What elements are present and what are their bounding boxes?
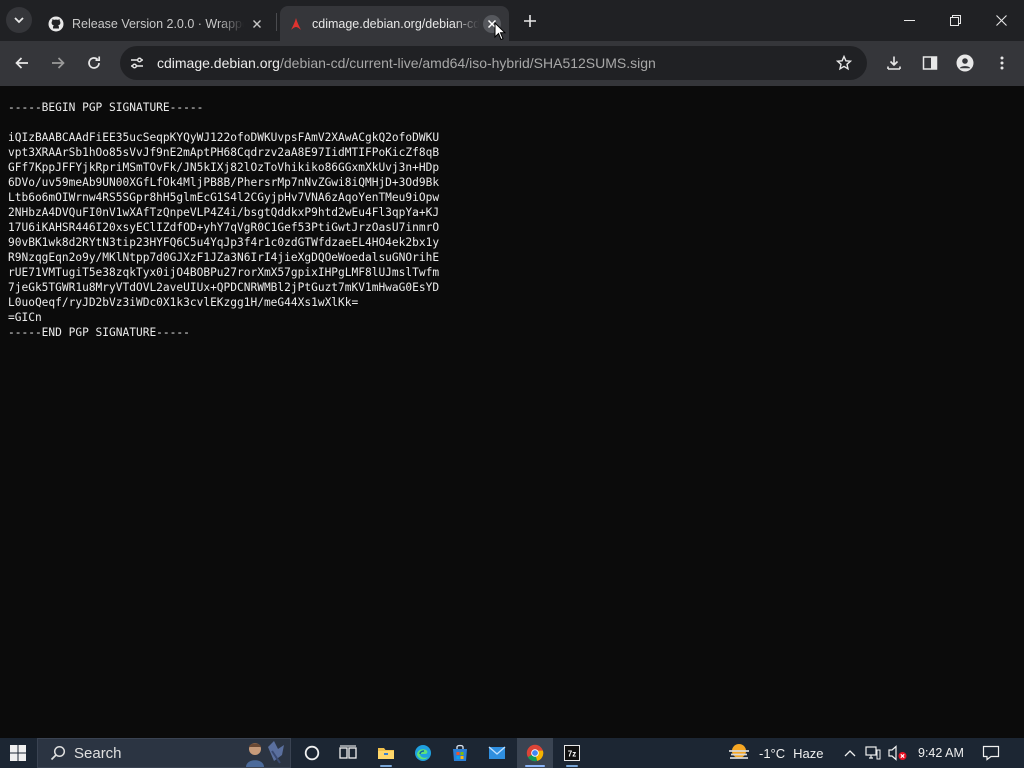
mail-button[interactable] <box>479 738 515 768</box>
volume-muted-icon <box>888 745 907 761</box>
folder-icon <box>378 748 394 759</box>
tab-title: cdimage.debian.org/debian-cd/ <box>312 16 479 31</box>
cortana-circle-icon <box>304 745 320 761</box>
windows-taskbar: Search 7z -1°C Haze 9:42 AM <box>0 738 1024 768</box>
url-path: /debian-cd/current-live/amd64/iso-hybrid… <box>279 55 656 71</box>
network-status[interactable] <box>865 738 881 768</box>
tab-strip: Release Version 2.0.0 · Wrapper cdimage.… <box>0 0 1024 41</box>
profile-avatar-icon[interactable] <box>953 51 977 75</box>
microsoft-store-button[interactable] <box>442 738 478 768</box>
signature-line: 17U6iKAHSR446I20xsyEClIZdfOD+yhY7qVgR0C1… <box>8 221 440 234</box>
minimize-button[interactable] <box>886 0 932 40</box>
seven-zip-icon: 7z <box>564 745 580 761</box>
notification-center-button[interactable] <box>982 738 1000 768</box>
tab-title: Release Version 2.0.0 · Wrapper <box>72 16 244 31</box>
forward-button[interactable] <box>44 49 72 77</box>
pgp-signature-text: -----BEGIN PGP SIGNATURE----- iQIzBAABCAA… <box>8 100 439 340</box>
notification-icon <box>982 745 1000 761</box>
address-bar[interactable]: cdimage.debian.org/debian-cd/current-liv… <box>120 46 867 80</box>
taskbar-search-box[interactable]: Search <box>37 738 291 768</box>
chevron-down-icon <box>14 17 24 24</box>
site-info-icon[interactable] <box>127 53 147 73</box>
chrome-icon <box>526 744 544 762</box>
arrow-right-icon <box>52 57 65 69</box>
url-host: cdimage.debian.org <box>157 55 280 71</box>
cortana-button[interactable] <box>294 738 330 768</box>
mail-icon <box>488 746 506 759</box>
mouse-cursor-icon <box>494 22 506 41</box>
minimize-icon <box>903 19 915 21</box>
store-icon <box>453 744 467 761</box>
search-highlight-illustration <box>238 739 288 767</box>
weather-widget[interactable]: -1°C Haze <box>727 738 824 768</box>
signature-line <box>8 115 439 130</box>
signature-line: iQIzBAABCAAdFiEE35ucSeqpKYQyWJ122ofoDWKU… <box>8 131 440 144</box>
task-view-button[interactable] <box>330 738 366 768</box>
tab-separator <box>276 13 277 31</box>
search-icon <box>50 745 66 761</box>
bookmark-star-icon[interactable] <box>832 51 856 75</box>
edge-button[interactable] <box>405 738 441 768</box>
start-button[interactable] <box>0 738 36 768</box>
show-hidden-icons-button[interactable] <box>843 738 857 768</box>
weather-temperature: -1°C <box>759 745 786 761</box>
plus-icon <box>524 15 536 27</box>
weather-condition: Haze <box>793 745 824 761</box>
browser-toolbar: cdimage.debian.org/debian-cd/current-liv… <box>0 41 1024 86</box>
signature-line: -----END PGP SIGNATURE----- <box>8 326 190 339</box>
close-window-button[interactable] <box>978 0 1024 40</box>
reload-button[interactable] <box>80 49 108 77</box>
signature-line: 6DVo/uv59meAb9UN00XGfLfOk4MljPB8B/Phersr… <box>8 176 440 189</box>
file-explorer-button[interactable] <box>368 738 404 768</box>
signature-line: vpt3XRAArSb1hOo85sVvJf9nE2mAptPH68Cqdrzv… <box>8 146 440 159</box>
url-text[interactable]: cdimage.debian.org/debian-cd/current-liv… <box>157 55 832 71</box>
restore-icon <box>949 14 961 26</box>
chevron-up-icon <box>844 750 856 757</box>
tab-search-button[interactable] <box>6 7 32 33</box>
sun-haze-icon <box>729 744 749 759</box>
signature-line: 90vBK1wk8d2RYtN3tip23HYFQ6C5u4YqJp3f4r1c… <box>8 236 440 249</box>
signature-line: rUE71VMTugiT5e38zqkTyx0ijO4BOBPu27rorXmX… <box>8 266 440 279</box>
tab-github-release[interactable]: Release Version 2.0.0 · Wrapper <box>40 6 274 41</box>
seven-zip-button[interactable]: 7z <box>554 738 590 768</box>
search-label: Search <box>74 744 122 762</box>
signature-line: GFf7KppJFFYjkRpriMSmTOvFk/JN5kIXj82lOzTo… <box>8 161 440 174</box>
svg-text:7z: 7z <box>568 750 576 759</box>
more-menu-icon[interactable] <box>990 51 1014 75</box>
chrome-button[interactable] <box>517 738 553 768</box>
signature-line: -----BEGIN PGP SIGNATURE----- <box>8 101 204 114</box>
network-icon <box>865 746 881 760</box>
page-content: -----BEGIN PGP SIGNATURE----- iQIzBAABCAA… <box>0 86 1024 738</box>
close-tab-icon[interactable] <box>248 15 266 33</box>
windows-logo-icon <box>10 745 26 761</box>
new-tab-button[interactable] <box>518 9 542 33</box>
pdf-document-icon <box>288 16 304 32</box>
task-view-icon <box>339 745 357 759</box>
volume-status[interactable] <box>888 738 908 768</box>
signature-line: L0uoQeqf/ryJD2bVz3iWDc0X1k3cvlEKzgg1H/me… <box>8 296 359 309</box>
arrow-left-icon <box>15 57 28 69</box>
clock[interactable]: 9:42 AM <box>918 738 964 768</box>
github-icon <box>48 16 64 32</box>
edge-icon <box>415 745 431 761</box>
signature-line: 7jeGk5TGWR1u8MryVTdOVL2aveUIUx+QPDCNRWMB… <box>8 281 440 294</box>
signature-line: R9NzqgEqn2o9y/MKlNtpp7d0GJXzF1JZa3N6IrI4… <box>8 251 440 264</box>
restore-button[interactable] <box>932 0 978 40</box>
close-icon <box>995 14 1007 26</box>
reload-icon <box>88 56 101 69</box>
signature-line: Ltb6o6mOIWrnw4RS5SGpr8hH5glmEcG1S4l2CGyj… <box>8 191 440 204</box>
back-button[interactable] <box>8 49 36 77</box>
side-panel-icon[interactable] <box>918 51 942 75</box>
signature-line: =GICn <box>8 311 42 324</box>
clock-time: 9:42 AM <box>918 746 964 760</box>
download-icon[interactable] <box>882 51 906 75</box>
tab-debian-sign[interactable]: cdimage.debian.org/debian-cd/ <box>280 6 509 41</box>
signature-line: 2NHbzA4DVQuFI0nV1wXAfTzQnpeVLP4Z4i/bsgtQ… <box>8 206 440 219</box>
